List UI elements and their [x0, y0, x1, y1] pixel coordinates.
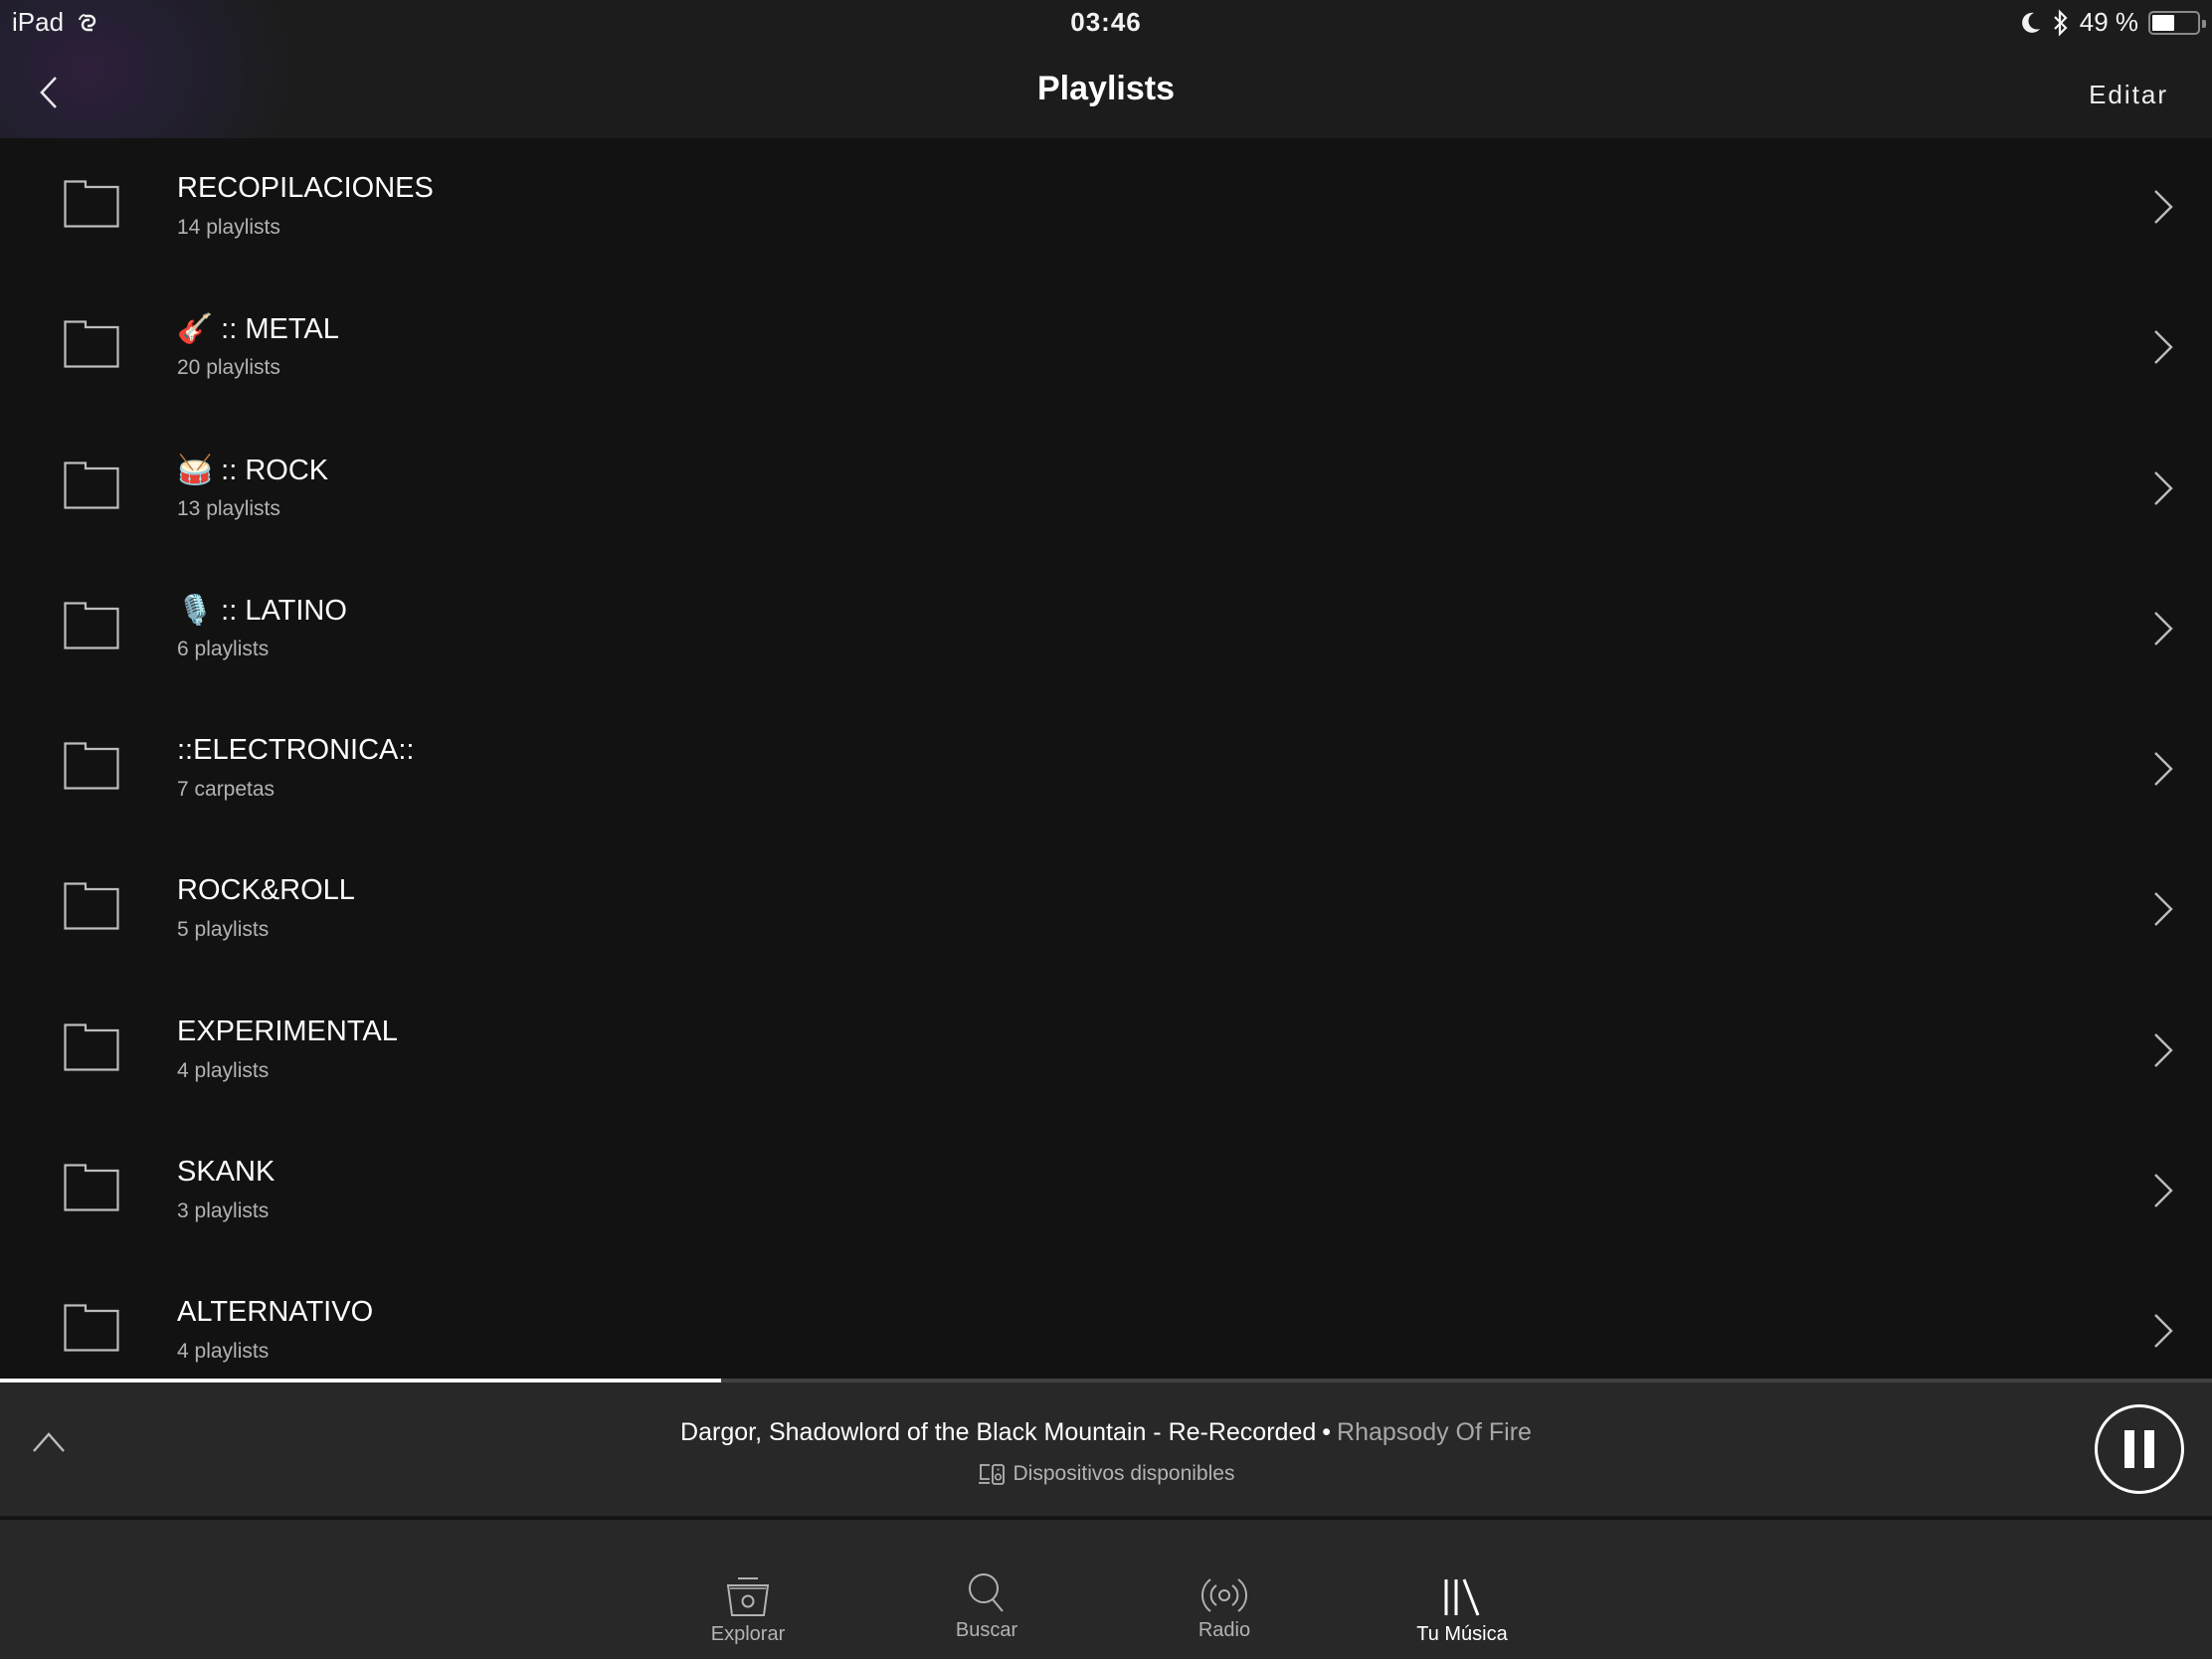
folder-subtitle: 4 playlists [177, 1340, 270, 1364]
pause-button[interactable] [2095, 1404, 2184, 1494]
devices-label: Dispositivos disponibles [1013, 1462, 1235, 1485]
chevron-right-icon [2154, 1032, 2173, 1067]
track-title: Dargor, Shadowlord of the Black Mountain… [680, 1418, 1317, 1446]
folder-title: EXPERIMENTAL [177, 1014, 398, 1047]
folder-subtitle: 5 playlists [177, 918, 270, 942]
pause-icon-bar [2124, 1430, 2134, 1468]
track-separator: • [1322, 1418, 1332, 1446]
tab-label: Explorar [710, 1623, 786, 1645]
folder-subtitle: 4 playlists [177, 1058, 270, 1082]
status-time: 03:46 [1070, 7, 1142, 37]
folder-icon [64, 882, 119, 931]
folder-subtitle: 3 playlists [177, 1199, 270, 1223]
folder-row[interactable]: SKANK 3 playlists [0, 1122, 2212, 1262]
folder-title: 🎸 :: METAL [177, 313, 339, 346]
now-playing-bar[interactable]: Dargor, Shadowlord of the Black Mountain… [0, 1382, 2212, 1518]
search-icon [969, 1573, 1004, 1612]
folder-subtitle: 6 playlists [177, 637, 270, 660]
folder-icon [64, 1304, 119, 1352]
browse-icon [726, 1577, 770, 1616]
track-artist: Rhapsody Of Fire [1337, 1418, 1532, 1446]
folder-row[interactable]: EXPERIMENTAL 4 playlists [0, 982, 2212, 1122]
tab-radio[interactable]: Radio [1145, 1520, 1304, 1659]
folder-row[interactable]: RECOPILACIONES 14 playlists [0, 138, 2212, 278]
folder-list: RECOPILACIONES 14 playlists 🎸 :: METAL 2… [0, 138, 2212, 1379]
status-bar: iPad 03:46 49 % [0, 0, 2212, 44]
battery-percent: 49 % [2079, 7, 2138, 37]
edit-button[interactable]: Editar [2089, 80, 2168, 110]
battery-level [2152, 14, 2174, 31]
moon-icon [2021, 12, 2040, 33]
folder-title: ::ELECTRONICA:: [177, 734, 415, 767]
tab-tu-musica[interactable]: Tu Música [1382, 1520, 1542, 1659]
chevron-right-icon [2154, 330, 2173, 365]
folder-subtitle: 20 playlists [177, 356, 280, 380]
folder-icon [64, 320, 119, 368]
tab-label: Buscar [955, 1619, 1018, 1641]
folder-title: ROCK&ROLL [177, 874, 355, 907]
tab-label: Tu Música [1416, 1623, 1508, 1645]
chevron-left-icon[interactable] [30, 68, 70, 117]
battery-icon [2148, 10, 2206, 35]
folder-subtitle: 14 playlists [177, 216, 280, 239]
library-icon [1444, 1578, 1480, 1616]
now-playing-track[interactable]: Dargor, Shadowlord of the Black Mountain… [0, 1418, 2212, 1447]
status-right: 49 % [2020, 7, 2206, 38]
folder-title: ALTERNATIVO [177, 1296, 374, 1329]
folder-icon [64, 461, 119, 509]
chevron-right-icon [2154, 752, 2173, 787]
folder-subtitle: 13 playlists [177, 496, 280, 520]
chevron-right-icon [2154, 470, 2173, 505]
folder-subtitle: 7 carpetas [177, 778, 276, 802]
folder-icon [64, 1023, 119, 1071]
tab-label: Radio [1198, 1619, 1251, 1641]
folder-title: RECOPILACIONES [177, 172, 434, 204]
folder-icon [64, 602, 119, 649]
chevron-right-icon [2154, 892, 2173, 927]
folder-icon [64, 1164, 119, 1211]
devices-available-button[interactable]: Dispositivos disponibles [0, 1462, 2212, 1486]
folder-icon [64, 742, 119, 790]
pause-icon-bar [2144, 1430, 2154, 1468]
chevron-right-icon [2154, 1174, 2173, 1207]
tab-buscar[interactable]: Buscar [907, 1520, 1066, 1659]
folder-row[interactable]: 🎙️ :: LATINO 6 playlists [0, 560, 2212, 700]
folder-title: 🎙️ :: LATINO [177, 594, 347, 627]
folder-row[interactable]: ALTERNATIVO 4 playlists [0, 1262, 2212, 1379]
radio-icon [1201, 1578, 1247, 1612]
chevron-right-icon [2154, 1314, 2173, 1349]
chevron-right-icon [2154, 190, 2173, 224]
tab-explorar[interactable]: Explorar [668, 1520, 828, 1659]
folder-title: 🥁 :: ROCK [177, 454, 329, 486]
page-title: Playlists [1037, 70, 1175, 107]
folder-row[interactable]: ::ELECTRONICA:: 7 carpetas [0, 700, 2212, 840]
battery-tip [2202, 19, 2206, 28]
folder-title: SKANK [177, 1156, 276, 1189]
folder-row[interactable]: 🎸 :: METAL 20 playlists [0, 278, 2212, 419]
tab-bar: Explorar Buscar Radio Tu Música [0, 1520, 2212, 1659]
chevron-right-icon [2154, 612, 2173, 645]
header: iPad 03:46 49 % Playlists Editar [0, 0, 2212, 138]
folder-row[interactable]: ROCK&ROLL 5 playlists [0, 840, 2212, 981]
folder-icon [64, 180, 119, 228]
folder-row[interactable]: 🥁 :: ROCK 13 playlists [0, 420, 2212, 560]
devices-icon [978, 1464, 1005, 1485]
bluetooth-icon [2053, 8, 2068, 37]
